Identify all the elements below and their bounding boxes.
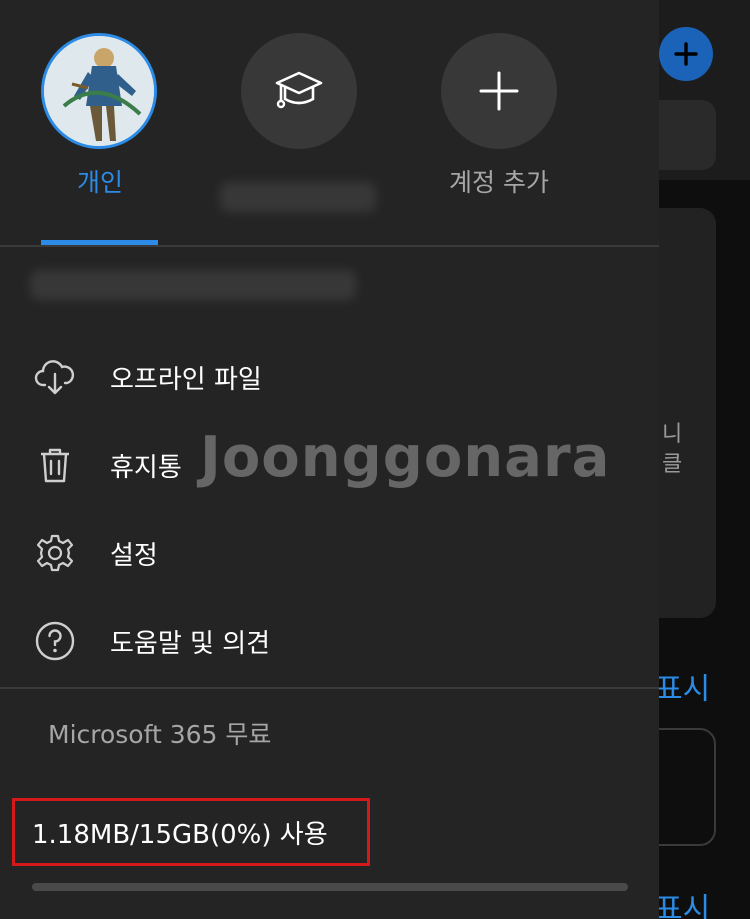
menu-item-label: 휴지통 [110, 452, 182, 483]
help-circle-icon [34, 620, 76, 662]
account-school-label-redacted [220, 182, 376, 212]
background-show-link[interactable]: 표시 [655, 664, 710, 708]
menu-item-label: 오프라인 파일 [110, 364, 262, 395]
menu-item-settings[interactable]: 설정 [0, 513, 659, 593]
menu-item-label: 도움말 및 의견 [110, 628, 271, 659]
menu-item-label: 설정 [110, 540, 158, 571]
gear-icon [34, 532, 76, 574]
menu-item-offline-files[interactable]: 오프라인 파일 [0, 337, 659, 417]
divider [0, 687, 659, 689]
cloud-download-icon [34, 356, 76, 398]
trash-icon [34, 444, 76, 486]
menu-item-help-feedback[interactable]: 도움말 및 의견 [0, 601, 659, 681]
plus-icon [479, 71, 519, 111]
background-show-link-2[interactable]: 표시 [655, 884, 710, 919]
divider [0, 245, 659, 247]
add-account-button[interactable] [441, 33, 557, 149]
plan-label: Microsoft 365 무료 [48, 720, 272, 749]
storage-usage-text: 1.18MB/15GB(0%) 사용 [32, 820, 328, 850]
background-card-text: 니 클 [662, 422, 683, 477]
plus-icon [674, 42, 698, 66]
watermark-text: Joonggonara [200, 425, 611, 490]
graduation-cap-icon [275, 71, 323, 109]
account-school-button[interactable] [241, 33, 357, 149]
storage-progress-track [32, 883, 628, 891]
account-personal-avatar[interactable] [41, 33, 157, 149]
account-email-redacted [30, 270, 356, 300]
account-personal-label[interactable]: 개인 [0, 163, 200, 199]
add-account-label[interactable]: 계정 추가 [399, 163, 599, 199]
screen: 니 클 표시 표시 개인 계정 추가 오프라인 파일 휴지통 설정 도움말 및 … [0, 0, 750, 919]
add-fab-button[interactable] [659, 27, 713, 81]
avatar-image [44, 36, 154, 146]
